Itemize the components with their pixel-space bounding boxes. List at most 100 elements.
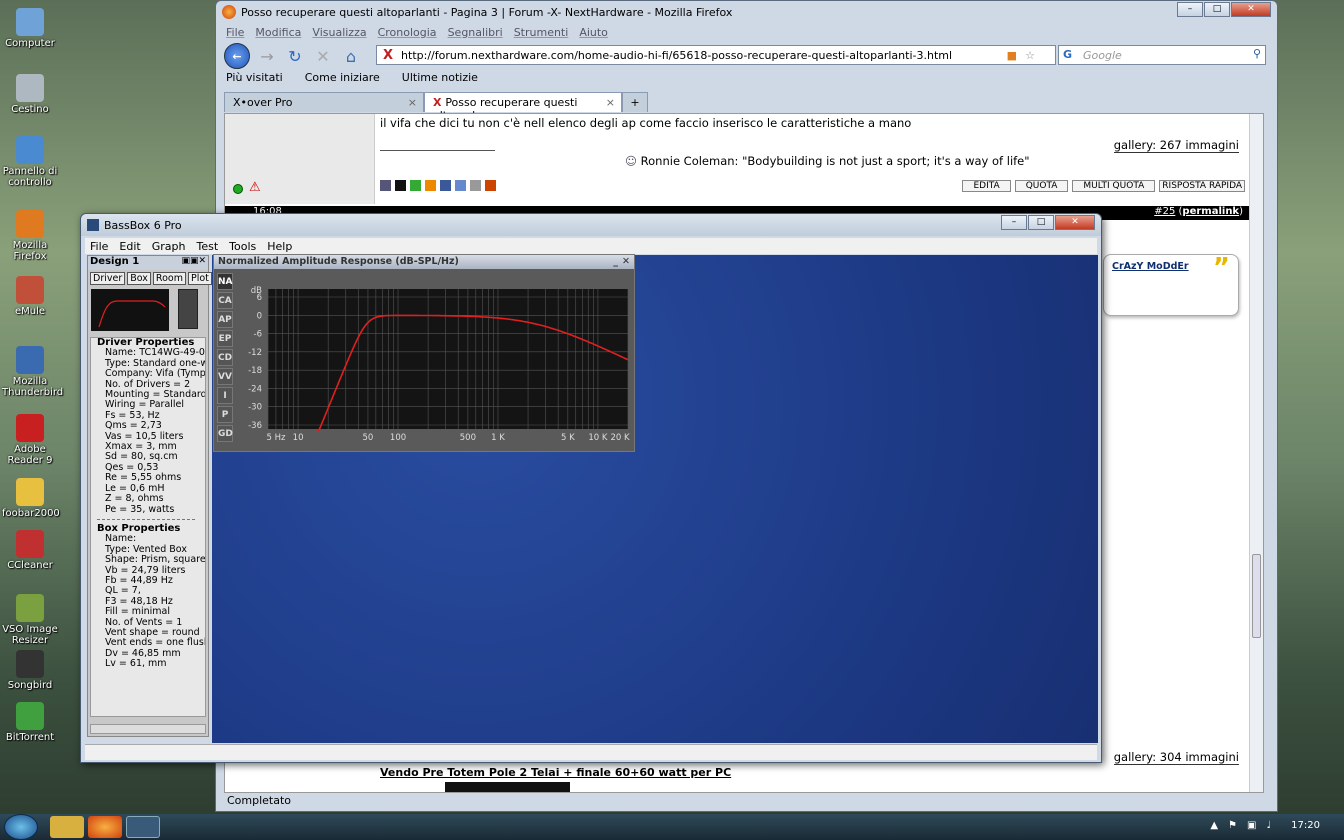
stop-icon[interactable]: ✕ — [312, 47, 334, 66]
misc-share-icon[interactable] — [485, 180, 496, 191]
delicious-icon[interactable] — [395, 180, 406, 191]
multi-quote-button[interactable]: MULTI QUOTA — [1072, 180, 1156, 192]
menu-item[interactable]: Aiuto — [579, 26, 608, 39]
graph-close-icon[interactable]: ✕ — [622, 255, 630, 269]
amplitude-plot[interactable]: 60-6-12-18-24-30-36dB5 Hz 10 50 100 500 1 K5 … — [236, 271, 634, 449]
post-number-link[interactable]: #25 — [1154, 206, 1175, 217]
gallery-count[interactable]: gallery: 267 immagini — [1113, 138, 1239, 153]
bassbox-taskbar-icon[interactable] — [126, 816, 160, 838]
network-icon[interactable]: ▣ — [1247, 820, 1256, 831]
flag-icon[interactable]: ⚑ — [1228, 820, 1237, 831]
bookmark-item[interactable]: Come iniziare — [305, 71, 380, 84]
star-icon[interactable]: ☆ — [1025, 49, 1035, 62]
mini-graph[interactable] — [91, 289, 169, 331]
tab-posso-recuperare[interactable]: X Posso recuperare questi altoparla... × — [424, 92, 622, 122]
desktop-icon[interactable]: CCleaner — [2, 530, 58, 571]
menu-item[interactable]: Modifica — [255, 26, 301, 39]
close-tab-icon[interactable]: × — [606, 96, 615, 109]
graph-mode-button[interactable]: GD — [217, 425, 233, 442]
graph-mode-button[interactable]: VV — [217, 368, 233, 385]
rss-icon[interactable]: ■ — [1007, 49, 1017, 62]
menu-item[interactable]: Visualizza — [312, 26, 366, 39]
home-icon[interactable]: ⌂ — [340, 47, 362, 66]
digg-icon[interactable] — [425, 180, 436, 191]
bookmark-icon[interactable] — [455, 180, 466, 191]
desktop-icon[interactable]: Pannello di controllo — [2, 136, 58, 188]
firefox-taskbar-icon[interactable] — [88, 816, 122, 838]
reddit-icon[interactable] — [470, 180, 481, 191]
quote-button[interactable]: QUOTA — [1014, 180, 1069, 192]
graph-mode-button[interactable]: I — [217, 387, 233, 404]
design-window-icons[interactable]: ▣▣✕ — [181, 256, 206, 266]
graph-mode-button[interactable]: AP — [217, 311, 233, 328]
maximize-button[interactable]: □ — [1204, 2, 1230, 17]
warning-icon[interactable]: ⚠ — [249, 180, 261, 195]
clock[interactable]: 17:20 — [1291, 820, 1320, 831]
desktop-icon[interactable]: Songbird — [2, 650, 58, 691]
facebook-icon[interactable] — [440, 180, 451, 191]
graph-mode-button[interactable]: CD — [217, 349, 233, 366]
close-tab-icon[interactable]: × — [408, 96, 417, 109]
side-tab[interactable]: Box — [127, 272, 151, 285]
edit-button[interactable]: EDITA — [962, 180, 1011, 192]
bb-menu-item[interactable]: Tools — [229, 240, 256, 253]
tray-arrow-icon[interactable]: ▲ — [1210, 820, 1218, 831]
side-tab[interactable]: Plot — [187, 272, 212, 285]
desktop-icon[interactable]: foobar2000 — [2, 478, 60, 519]
bb-minimize-button[interactable]: – — [1001, 215, 1027, 230]
menu-item[interactable]: Segnalibri — [448, 26, 503, 39]
firefox-titlebar[interactable]: Posso recuperare questi altoparlanti - P… — [216, 1, 1277, 23]
volume-icon[interactable]: ♩ — [1266, 820, 1271, 831]
address-bar[interactable]: X http://forum.nexthardware.com/home-aud… — [376, 45, 1056, 65]
bookmark-item[interactable]: Ultime notizie — [402, 71, 478, 84]
quick-reply-button[interactable]: RISPOSTA RAPIDA — [1159, 180, 1245, 192]
horizontal-scrollbar[interactable] — [90, 724, 206, 734]
bb-menu-item[interactable]: Graph — [152, 240, 186, 253]
graph-minimize-icon[interactable]: _ — [613, 255, 618, 269]
graph-mode-button[interactable]: P — [217, 406, 233, 423]
close-button[interactable]: ✕ — [1231, 2, 1271, 17]
permalink-link[interactable]: permalink — [1182, 206, 1239, 217]
bb-maximize-button[interactable]: □ — [1028, 215, 1054, 230]
explorer-taskbar-icon[interactable] — [50, 816, 84, 838]
bassbox-titlebar[interactable]: BassBox 6 Pro — [81, 214, 1101, 236]
vertical-scrollbar[interactable] — [1249, 114, 1263, 792]
desktop-icon[interactable]: eMule — [2, 276, 58, 317]
desktop-icon[interactable]: Mozilla Thunderbird — [2, 346, 63, 398]
graph-mode-button[interactable]: CA — [217, 292, 233, 309]
back-button[interactable]: ← — [224, 43, 250, 69]
bb-menu-item[interactable]: Help — [267, 240, 292, 253]
new-tab-button[interactable]: + — [622, 92, 648, 112]
start-button[interactable] — [4, 814, 38, 840]
desktop-icon[interactable]: VSO Image Resizer — [2, 594, 58, 646]
bookmark-item[interactable]: Più visitati — [226, 71, 283, 84]
tab-xover-pro[interactable]: X•over Pro × — [224, 92, 424, 112]
menu-item[interactable]: File — [226, 26, 244, 39]
menu-item[interactable]: Cronologia — [378, 26, 437, 39]
gallery-count-2[interactable]: gallery: 304 immagini — [1113, 750, 1239, 765]
bb-menu-item[interactable]: Edit — [119, 240, 140, 253]
scroll-thumb[interactable] — [1252, 554, 1261, 638]
search-icon[interactable]: ⚲ — [1253, 47, 1261, 60]
desktop-icon[interactable]: Cestino — [2, 74, 58, 115]
graph-mode-button[interactable]: EP — [217, 330, 233, 347]
bb-close-button[interactable]: ✕ — [1055, 215, 1095, 230]
search-input[interactable]: G Google ⚲ — [1058, 45, 1266, 65]
side-tab[interactable]: Driver — [90, 272, 126, 285]
desktop-icon[interactable]: Mozilla Firefox — [2, 210, 58, 262]
bb-menu-item[interactable]: Test — [196, 240, 218, 253]
graph-titlebar[interactable]: Normalized Amplitude Response (dB-SPL/Hz… — [214, 255, 634, 269]
desktop-icon[interactable]: Adobe Reader 9 — [2, 414, 58, 466]
forward-button[interactable]: → — [256, 47, 278, 66]
share-icon[interactable] — [380, 180, 391, 191]
reload-icon[interactable]: ↻ — [284, 47, 306, 66]
minimize-button[interactable]: – — [1177, 2, 1203, 17]
stumble-icon[interactable] — [410, 180, 421, 191]
menu-item[interactable]: Strumenti — [514, 26, 569, 39]
desktop-icon[interactable]: BitTorrent — [2, 702, 58, 743]
side-tab[interactable]: Room — [152, 272, 186, 285]
desktop-icon[interactable]: Computer — [2, 8, 58, 49]
graph-mode-button[interactable]: NA — [217, 273, 233, 290]
username-link[interactable]: CrAzY MoDdEr — [1112, 261, 1189, 272]
thread-link[interactable]: Vendo Pre Totem Pole 2 Telai + finale 60… — [380, 766, 731, 779]
